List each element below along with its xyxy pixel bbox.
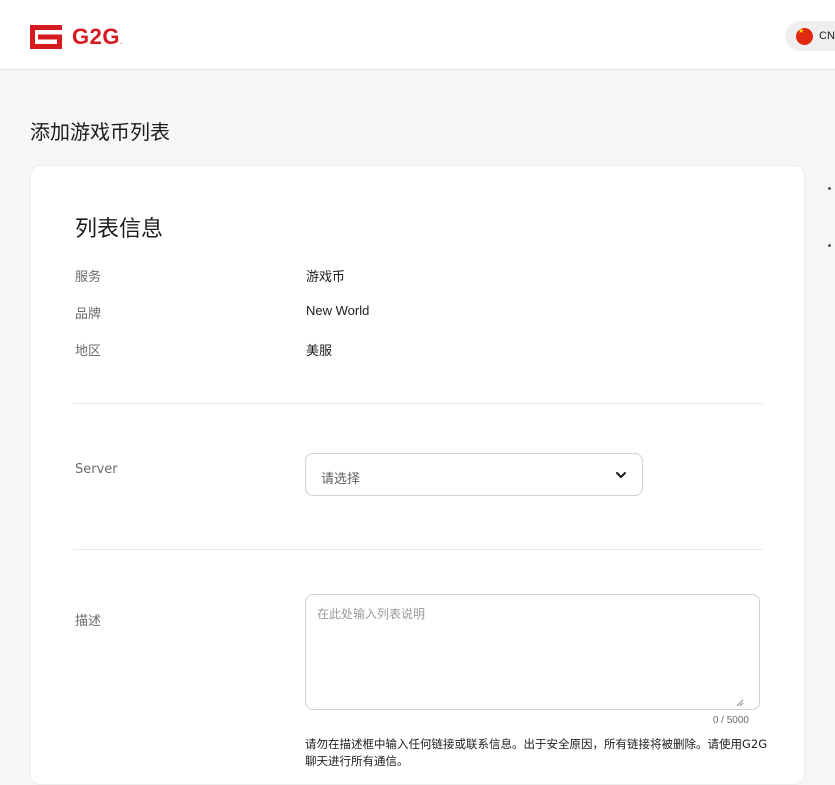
character-counter: 0 / 5000 xyxy=(712,715,749,726)
brand-value: New World xyxy=(306,303,370,318)
service-label: 服务 xyxy=(75,270,102,285)
info-row-region: 地区 美服 xyxy=(31,340,731,360)
region-code: CN xyxy=(819,30,835,42)
description-label: 描述 xyxy=(75,614,102,629)
section-title-listing-info: 列表信息 xyxy=(75,217,164,242)
region-label: 地区 xyxy=(75,344,102,359)
listing-form-card: 列表信息 服务 游戏币 品牌 New World 地区 美服 Server 请选… xyxy=(30,165,805,785)
region-selector[interactable]: CN xyxy=(785,21,835,51)
logo-dot: . xyxy=(119,36,123,46)
page-title: 添加游戏币列表 xyxy=(30,120,170,144)
china-flag-icon xyxy=(796,27,813,45)
info-row-service: 服务 游戏币 xyxy=(31,266,731,286)
side-bullet xyxy=(828,187,831,190)
description-textarea[interactable] xyxy=(305,594,760,710)
logo-text: G2G xyxy=(72,24,120,49)
brand-label: 品牌 xyxy=(75,307,102,322)
server-select[interactable]: 请选择 xyxy=(305,453,643,496)
description-warning: 请勿在描述框中输入任何链接或联系信息。出于安全原因，所有链接将被删除。请使用G2… xyxy=(305,737,768,768)
service-value: 游戏币 xyxy=(306,269,346,284)
top-header: G2G . CN xyxy=(0,0,835,70)
server-select-value: 请选择 xyxy=(321,472,361,487)
chevron-down-icon xyxy=(616,472,626,478)
server-label: Server xyxy=(75,462,118,477)
side-bullet xyxy=(828,244,831,247)
resize-grip-icon[interactable] xyxy=(736,699,744,707)
divider xyxy=(73,403,763,404)
region-value: 美服 xyxy=(306,343,333,358)
info-row-brand: 品牌 New World xyxy=(31,303,731,323)
g2g-logo[interactable]: G2G . xyxy=(30,24,123,50)
g2g-logo-icon xyxy=(30,25,62,49)
divider xyxy=(73,549,763,550)
